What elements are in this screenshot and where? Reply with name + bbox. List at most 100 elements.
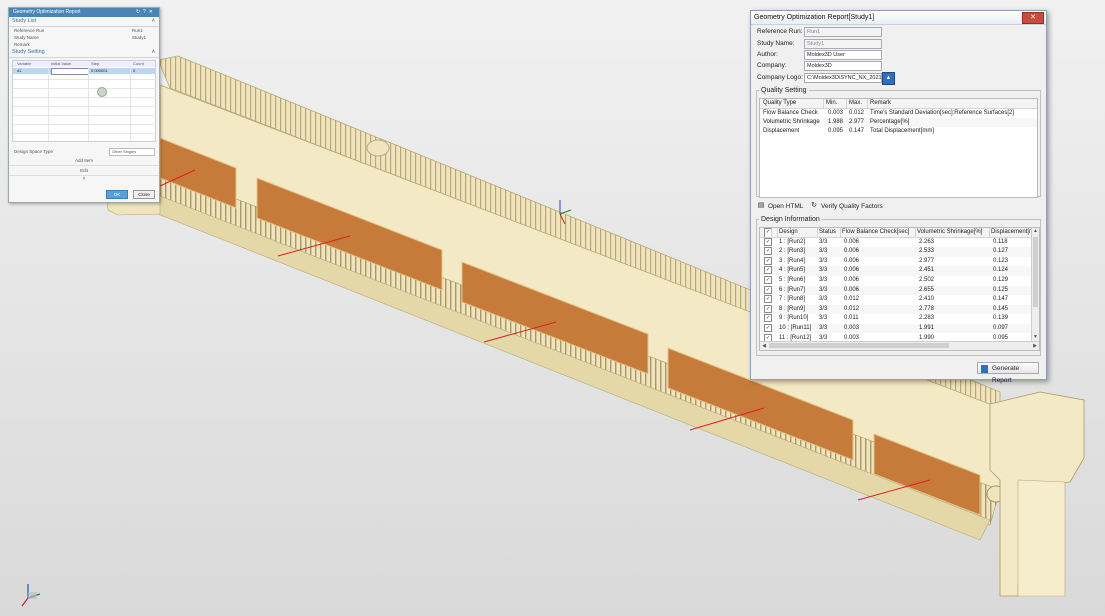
quality-setting-table[interactable]: Quality Type Min. Max. Remark Flow Balan… (759, 98, 1038, 198)
dialog-title-bar[interactable]: Geometry Optimization Report[Study1] ✕ (751, 11, 1046, 25)
scroll-up-arrow[interactable]: ▲ (1032, 228, 1039, 235)
design-row[interactable]: ✓ 1 : [Run2] 3/3 0.006 2.263 0.118 (760, 237, 1039, 248)
design-flow-balance: 0.006 (844, 248, 860, 255)
edit-label[interactable]: Edit (80, 168, 88, 173)
study-panel: Geometry Optimization Report ↻?✕ Study L… (8, 7, 160, 203)
scroll-thumb[interactable] (769, 343, 949, 348)
quality-row[interactable]: Volumetric Shrinkage 1.988 2.977 Percent… (760, 118, 1037, 127)
scroll-down-arrow[interactable]: ▼ (1032, 334, 1039, 341)
design-row[interactable]: ✓ 8 : [Run9] 3/3 0.012 2.778 0.145 (760, 304, 1039, 315)
add-item-label[interactable]: Add Item (75, 158, 93, 163)
design-row-checkbox[interactable]: ✓ (764, 237, 772, 246)
design-row-checkbox[interactable]: ✓ (764, 295, 772, 304)
variable-grid[interactable]: Variable Initial Value Step Count d1 0.0… (12, 60, 156, 142)
chevron-up-icon[interactable]: ˄ (152, 17, 155, 26)
chevron-up-icon[interactable]: ˄ (152, 48, 155, 57)
verify-quality-button[interactable]: ↻ Verify Quality Factors (809, 201, 883, 212)
quality-max: 0.012 (849, 110, 865, 116)
quality-type: Displacement (763, 128, 800, 134)
close-icon[interactable]: ✕ (1022, 12, 1044, 24)
folder-icon[interactable]: ▲ (882, 72, 895, 85)
scroll-thumb[interactable] (1033, 237, 1038, 307)
design-row[interactable]: ✓ 9 : [Run10] 3/3 0.011 2.283 0.139 (760, 314, 1039, 324)
quality-type: Volumetric Shrinkage (763, 119, 820, 125)
horizontal-scrollbar[interactable]: ◀ ▶ (760, 341, 1039, 350)
design-row-checkbox[interactable]: ✓ (764, 247, 772, 256)
study-panel-title: Geometry Optimization Report (13, 9, 81, 15)
chevron-up-icon[interactable]: ˄ (9, 176, 159, 182)
design-header-status: Status (819, 228, 841, 237)
design-shrinkage: 2.283 (919, 315, 935, 322)
ok-button[interactable]: OK (106, 190, 129, 199)
quality-setting-legend: Quality Setting (761, 87, 807, 94)
design-flow-balance: 0.012 (844, 296, 860, 303)
design-space-type-row: Design Space Type Other Singles (9, 147, 159, 156)
grid-line (13, 133, 156, 134)
design-shrinkage: 2.977 (919, 257, 935, 264)
design-row-checkbox[interactable]: ✓ (764, 304, 772, 313)
edit-row[interactable]: Edit (9, 165, 159, 176)
design-row-checkbox[interactable]: ✓ (764, 256, 772, 265)
design-header-check[interactable]: ✓ (760, 228, 778, 237)
design-name: 5 : [Run6] (779, 276, 806, 283)
design-row-checkbox[interactable]: ✓ (764, 314, 772, 323)
open-html-button[interactable]: ▤ Open HTML (756, 201, 804, 212)
design-row-checkbox[interactable]: ✓ (764, 275, 772, 284)
checkbox[interactable]: ✓ (764, 228, 772, 237)
grid-line (13, 124, 156, 125)
design-displacement: 0.097 (993, 324, 1009, 331)
design-row[interactable]: ✓ 6 : [Run7] 3/3 0.006 2.655 0.125 (760, 285, 1039, 296)
design-space-type-select[interactable]: Other Singles (109, 148, 155, 156)
design-row[interactable]: ✓ 3 : [Run4] 3/3 0.006 2.977 0.123 (760, 256, 1039, 267)
design-status: 3/3 (819, 305, 828, 312)
design-name: 8 : [Run9] (779, 305, 806, 312)
quality-min: 0.003 (828, 110, 844, 116)
design-row[interactable]: ✓ 4 : [Run5] 3/3 0.006 2.451 0.124 (760, 266, 1039, 276)
design-row[interactable]: ✓ 7 : [Run8] 3/3 0.012 2.410 0.147 (760, 295, 1039, 305)
grid-selected-row[interactable]: d1 0.000001 0 (13, 68, 156, 75)
study-name-field: Study1 (804, 39, 882, 49)
panel-window-buttons[interactable]: ↻?✕ (136, 8, 156, 17)
quality-min: 0.095 (828, 128, 844, 134)
add-item-row[interactable]: Add Item (9, 156, 159, 165)
design-row-checkbox[interactable]: ✓ (764, 266, 772, 275)
grid-header-count: Count (133, 61, 144, 66)
scroll-left-arrow[interactable]: ◀ (760, 342, 768, 350)
design-status: 3/3 (819, 257, 828, 264)
design-row-checkbox[interactable]: ✓ (764, 323, 772, 332)
company-field[interactable]: Moldex3D (804, 61, 882, 71)
study-panel-title-bar[interactable]: Geometry Optimization Report ↻?✕ (9, 8, 159, 17)
reference-run-value: Run1 (132, 28, 143, 33)
grid-cell-initial-input[interactable] (51, 68, 89, 75)
study-list-label: Study List (12, 18, 37, 24)
study-setting-header[interactable]: Study Setting ˄ (9, 48, 159, 58)
quality-header-min: Min. (826, 99, 847, 108)
quality-row[interactable]: Flow Balance Check 0.003 0.012 Time's St… (760, 109, 1037, 118)
design-row[interactable]: ✓ 10 : [Run11] 3/3 0.003 1.991 0.097 (760, 323, 1039, 334)
design-flow-balance: 0.011 (844, 315, 859, 322)
scroll-right-arrow[interactable]: ▶ (1031, 342, 1039, 350)
design-shrinkage: 2.410 (919, 296, 935, 303)
design-status: 3/3 (819, 248, 828, 255)
quality-header-row: Quality Type Min. Max. Remark (760, 99, 1037, 109)
quality-row[interactable]: Displacement 0.095 0.147 Total Displacem… (760, 127, 1037, 136)
design-information-table[interactable]: ✓ Design Status Flow Balance Check[sec] … (759, 227, 1040, 351)
study-name-label: Study Name (14, 35, 39, 40)
generate-report-button[interactable]: Generate Report (977, 362, 1039, 384)
study-name-row: Study Name: Study1 (757, 39, 882, 49)
design-row[interactable]: ✓ 5 : [Run6] 3/3 0.006 2.502 0.129 (760, 275, 1039, 286)
design-row-checkbox[interactable]: ✓ (764, 285, 772, 294)
variable-grid-header: Variable Initial Value Step Count (13, 61, 155, 67)
company-logo-field[interactable]: C:\Moldex3D\SYNC_NX_2021 (804, 73, 882, 83)
reference-run-field: Run1 (804, 27, 882, 37)
design-row[interactable]: ✓ 2 : [Run3] 3/3 0.006 2.533 0.127 (760, 247, 1039, 257)
grid-column-line (88, 67, 89, 141)
design-displacement: 0.139 (993, 315, 1009, 322)
study-list-header[interactable]: Study List ˄ (9, 17, 159, 27)
vertical-scrollbar[interactable]: ▲ ▼ (1031, 228, 1039, 341)
reference-run-row: Reference Run: Run1 (757, 27, 882, 37)
design-flow-balance: 0.006 (844, 238, 860, 245)
author-field[interactable]: Moldex3D User (804, 50, 882, 60)
close-button[interactable]: Close (133, 190, 155, 199)
design-name: 4 : [Run5] (779, 267, 806, 274)
